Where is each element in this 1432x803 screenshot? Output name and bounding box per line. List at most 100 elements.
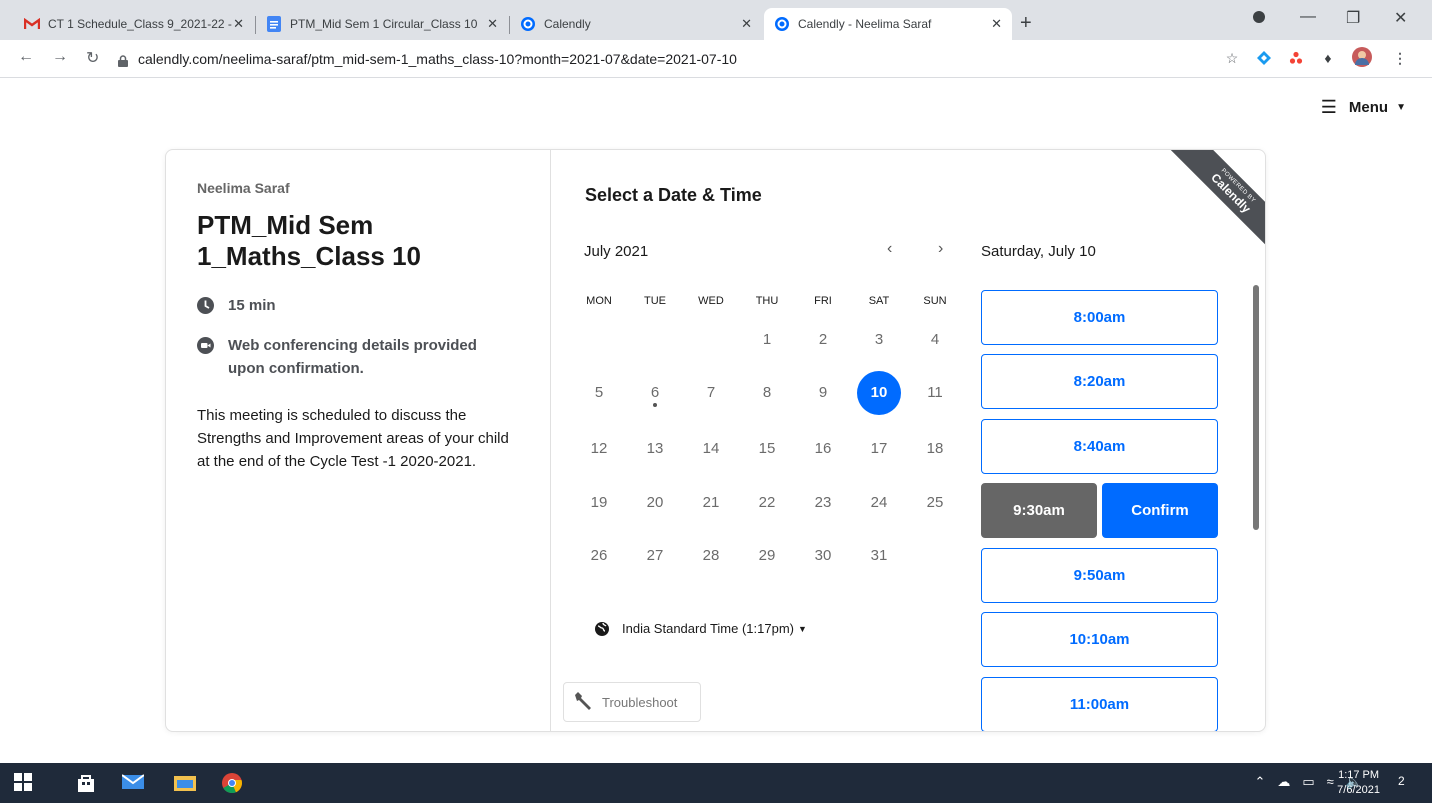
notifications-icon[interactable]: 2: [1398, 774, 1414, 790]
docs-icon: [266, 16, 282, 32]
weekday-label: WED: [698, 295, 724, 307]
next-month-icon[interactable]: ›: [938, 240, 943, 258]
event-description: This meeting is scheduled to discuss the…: [197, 407, 509, 470]
prev-month-icon[interactable]: ‹: [887, 240, 892, 258]
tab-calendly[interactable]: Calendly ✕: [510, 8, 762, 40]
calendar-day: 23: [814, 494, 832, 511]
bookmark-star-icon[interactable]: ☆: [1224, 50, 1240, 66]
timezone-selector[interactable]: India Standard Time (1:17pm) ▼: [595, 621, 807, 636]
tab-close-icon[interactable]: ✕: [991, 16, 1002, 32]
calendar-day: 4: [930, 331, 940, 348]
calendar-day: 1: [762, 331, 772, 348]
event-duration: 15 min: [197, 294, 276, 317]
calendly-icon: [774, 16, 790, 32]
calendar-day-selected[interactable]: 10: [857, 371, 901, 415]
address-bar[interactable]: calendly.com/neelima-saraf/ptm_mid-sem-1…: [118, 45, 1218, 73]
select-date-heading: Select a Date & Time: [585, 185, 762, 205]
browser-menu-icon[interactable]: ⋮: [1392, 50, 1408, 66]
tab-gmail[interactable]: CT 1 Schedule_Class 9_2021-22 - ✕: [14, 8, 254, 40]
menu-label: Menu: [1348, 99, 1389, 116]
calendar-day: 9: [818, 384, 828, 401]
calendar-day: 14: [702, 440, 720, 457]
menu-button[interactable]: ☰ Menu ▼: [1321, 97, 1406, 118]
minimize-icon[interactable]: —: [1300, 8, 1316, 26]
caret-down-icon: ▼: [797, 623, 807, 634]
calendar-day: 21: [702, 494, 720, 511]
mail-icon[interactable]: [121, 773, 145, 793]
caret-down-icon: ▼: [1396, 102, 1406, 113]
time-slot-button[interactable]: 8:20am: [981, 354, 1218, 409]
time-slot-button[interactable]: 8:40am: [981, 419, 1218, 474]
calendar-day: 3: [874, 331, 884, 348]
extensions-puzzle-icon[interactable]: ♦: [1320, 50, 1336, 66]
extension-dots-icon[interactable]: [1288, 50, 1304, 66]
tab-close-icon[interactable]: ✕: [487, 16, 498, 32]
browser-toolbar: ← → ↻ calendly.com/neelima-saraf/ptm_mid…: [0, 40, 1432, 78]
time-slot-selected[interactable]: 9:30am: [981, 483, 1097, 538]
windows-taskbar: ⌃ ☁ ▭ ≈ 🔈 1:17 PM 7/6/2021 2: [0, 763, 1432, 803]
powered-by-calendly-ribbon[interactable]: POWERED BY Calendly: [1157, 150, 1265, 258]
selected-date-heading: Saturday, July 10: [981, 243, 1096, 260]
weekday-label: TUE: [644, 295, 666, 307]
tab-close-icon[interactable]: ✕: [233, 16, 244, 32]
new-tab-button[interactable]: +: [1020, 12, 1032, 35]
gmail-icon: [24, 16, 40, 32]
troubleshoot-button[interactable]: Troubleshoot: [563, 682, 701, 722]
weekday-label: FRI: [814, 295, 832, 307]
avatar[interactable]: [1352, 47, 1372, 67]
booking-card: Neelima Saraf PTM_Mid Sem 1_Maths_Class …: [165, 149, 1266, 732]
calendar-day: 29: [758, 547, 776, 564]
tab-docs[interactable]: PTM_Mid Sem 1 Circular_Class 10 ✕: [256, 8, 508, 40]
calendar-day: 27: [646, 547, 664, 564]
calendar-day: 28: [702, 547, 720, 564]
close-window-icon[interactable]: ✕: [1394, 8, 1407, 28]
month-label: July 2021: [584, 243, 649, 260]
calendar-day: 8: [762, 384, 772, 401]
weekday-label: THU: [755, 295, 779, 307]
time-slot-button[interactable]: 9:50am: [981, 548, 1218, 603]
calendly-icon: [520, 16, 536, 32]
chevron-up-icon[interactable]: ⌃: [1254, 774, 1265, 790]
video-camera-icon: [197, 337, 214, 354]
calendar-day: 13: [646, 440, 664, 457]
calendar-day: 7: [706, 384, 716, 401]
calendar-day: 30: [814, 547, 832, 564]
calendar-day: 18: [926, 440, 944, 457]
time-slot-button[interactable]: 10:10am: [981, 612, 1218, 667]
time-slot-button[interactable]: 11:00am: [981, 677, 1218, 731]
taskbar-clock[interactable]: 1:17 PM 7/6/2021: [1337, 768, 1380, 798]
event-conferencing: Web conferencing details provided upon c…: [197, 334, 517, 380]
time-slot-button[interactable]: 8:00am: [981, 290, 1218, 345]
calendar-day: 24: [870, 494, 888, 511]
calendar-day: 15: [758, 440, 776, 457]
time-slots-scrollbar[interactable]: [1253, 285, 1259, 530]
restore-icon[interactable]: ❐: [1346, 8, 1360, 28]
tab-close-icon[interactable]: ✕: [741, 16, 752, 32]
chrome-icon[interactable]: [222, 773, 242, 794]
calendar-day: 11: [927, 384, 943, 401]
file-explorer-icon[interactable]: [174, 773, 196, 793]
calendar-day: 20: [646, 494, 664, 511]
forward-icon[interactable]: →: [52, 48, 68, 66]
confirm-button[interactable]: Confirm: [1102, 483, 1218, 538]
windows-start-icon[interactable]: [14, 773, 34, 793]
battery-icon[interactable]: ▭: [1302, 774, 1314, 790]
wifi-icon[interactable]: ≈: [1327, 774, 1334, 790]
lock-icon: [118, 54, 128, 67]
profile-status-icon[interactable]: [1252, 10, 1266, 29]
back-icon[interactable]: ←: [18, 48, 34, 66]
calendar-day: 22: [758, 494, 776, 511]
host-name: Neelima Saraf: [197, 180, 290, 196]
onedrive-icon[interactable]: ☁: [1277, 774, 1290, 790]
globe-icon: [595, 621, 609, 636]
calendar-day: 5: [594, 384, 604, 401]
weekday-label: SAT: [868, 295, 890, 307]
calendar-day: 17: [870, 440, 888, 457]
calendar-day: 6: [633, 371, 677, 415]
reload-icon[interactable]: ↻: [86, 48, 99, 68]
extension-diamond-icon[interactable]: [1256, 50, 1272, 66]
store-icon[interactable]: [76, 773, 96, 793]
ribbon-band: POWERED BY Calendly: [1165, 150, 1265, 258]
tab-calendly-neelima[interactable]: Calendly - Neelima Saraf ✕: [764, 8, 1012, 40]
browser-tab-strip: CT 1 Schedule_Class 9_2021-22 - ✕ PTM_Mi…: [0, 0, 1432, 40]
